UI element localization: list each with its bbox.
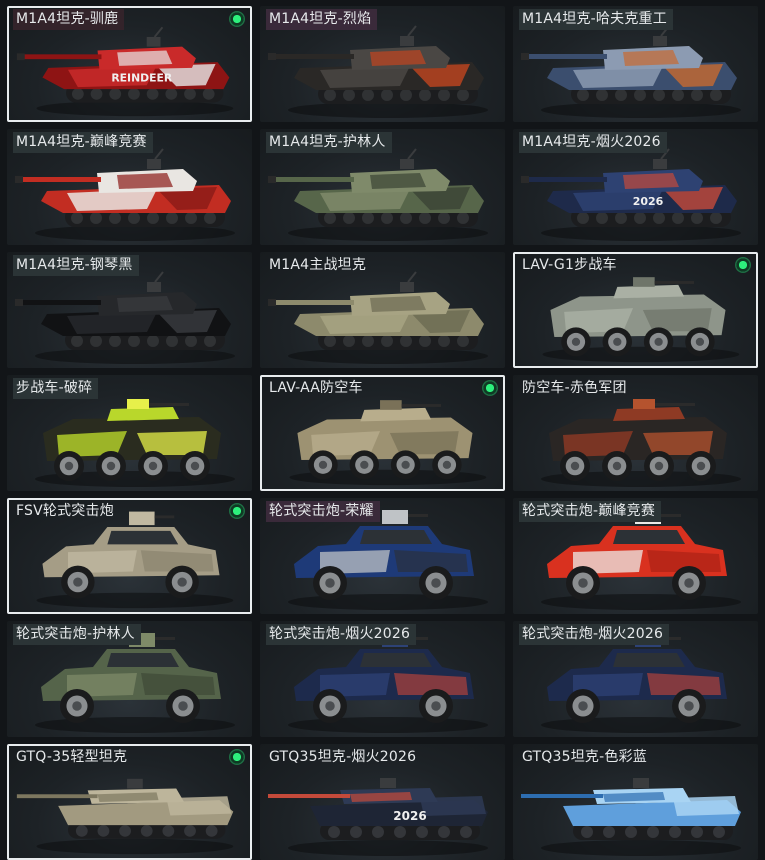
vehicle-skin-card[interactable]: M1A4坦克-烈焰 — [260, 6, 505, 122]
wheel — [602, 451, 632, 481]
equipped-indicator-icon — [229, 749, 245, 765]
vehicle-skin-name: M1A4主战坦克 — [269, 257, 367, 273]
vehicle-skin-name: GTQ35坦克-烟火2026 — [269, 749, 417, 765]
tank-barrel — [270, 54, 354, 59]
equipped-indicator-icon — [735, 257, 751, 273]
wheel — [419, 566, 453, 600]
wheel — [54, 451, 84, 481]
vehicle-skin-name: GTQ35坦克-色彩蓝 — [522, 749, 647, 765]
tank-barrel — [270, 300, 354, 305]
vehicle-skin-card[interactable]: 轮式突击炮-荣耀 — [260, 498, 505, 614]
wheel — [96, 451, 126, 481]
vehicle-skin-card[interactable]: 轮式突击炮-巅峰竞赛 — [513, 498, 758, 614]
apc-turret — [613, 407, 685, 421]
vehicle-skin-name: M1A4坦克-钢琴黑 — [13, 255, 139, 276]
wheel — [308, 450, 338, 480]
tank-barrel — [521, 794, 603, 798]
skin-decal: 2026 — [393, 809, 426, 823]
vehicle-skin-card[interactable]: M1A4主战坦克 — [260, 252, 505, 368]
vehicle-skin-card[interactable]: 轮式突击炮-烟火2026 — [513, 621, 758, 737]
vehicle-skin-card[interactable]: 2026 GTQ35坦克-烟火2026 — [260, 744, 505, 860]
vehicle-skin-grid: REINDEER M1A4坦克-驯鹿 M1A4坦克-烈焰 M1A4坦克-哈夫克重工 M1… — [7, 6, 759, 860]
wheel — [166, 689, 200, 723]
equipped-indicator-icon — [482, 380, 498, 396]
tank-barrel — [523, 177, 607, 182]
vehicle-skin-name: FSV轮式突击炮 — [16, 503, 114, 519]
wheel — [685, 327, 715, 357]
vehicle-skin-name: LAV-G1步战车 — [522, 257, 617, 273]
apc-turret — [107, 407, 179, 421]
wheel — [566, 689, 600, 723]
wheel — [672, 689, 706, 723]
wheel — [672, 566, 706, 600]
tank-barrel — [268, 794, 350, 798]
vehicle-skin-card[interactable]: M1A4坦克-哈夫克重工 — [513, 6, 758, 122]
vehicle-skin-card[interactable]: GTQ35坦克-色彩蓝 — [513, 744, 758, 860]
vehicle-skin-card[interactable]: M1A4坦克-钢琴黑 — [7, 252, 252, 368]
wheel — [313, 689, 347, 723]
wheel — [419, 689, 453, 723]
equipped-indicator-icon — [229, 11, 245, 27]
apc-turret — [613, 284, 685, 299]
wheel — [432, 450, 462, 480]
wheel — [560, 451, 590, 481]
vehicle-skin-card[interactable]: 轮式突击炮-护林人 — [7, 621, 252, 737]
vehicle-skin-card[interactable]: REINDEER M1A4坦克-驯鹿 — [7, 6, 252, 122]
vehicle-skin-card[interactable]: M1A4坦克-护林人 — [260, 129, 505, 245]
wheel — [602, 327, 633, 357]
vehicle-skin-card[interactable]: FSV轮式突击炮 — [7, 498, 252, 614]
equipped-indicator-icon — [229, 503, 245, 519]
vehicle-skin-name: 防空车-赤色军团 — [522, 380, 627, 396]
vehicle-skin-name: 步战车-破碎 — [13, 378, 99, 399]
wheel — [644, 451, 674, 481]
mrap-turret — [129, 511, 155, 526]
vehicle-skin-name: 轮式突击炮-荣耀 — [266, 501, 380, 522]
tank-barrel — [17, 300, 101, 305]
mrap-turret — [382, 510, 408, 524]
vehicle-skin-name: GTQ-35轻型坦克 — [16, 749, 128, 765]
vehicle-skin-name: M1A4坦克-驯鹿 — [13, 9, 125, 30]
wheel — [561, 327, 591, 357]
vehicle-skin-card[interactable]: 步战车-破碎 — [7, 375, 252, 491]
wheel — [180, 451, 210, 481]
wheel — [566, 566, 600, 600]
vehicle-skin-name: 轮式突击炮-烟火2026 — [266, 624, 417, 645]
tank-barrel — [18, 54, 102, 60]
vehicle-skin-name: 轮式突击炮-巅峰竞赛 — [519, 501, 662, 522]
apc-turret — [360, 407, 432, 422]
vehicle-skin-card[interactable]: 2026 M1A4坦克-烟火2026 — [513, 129, 758, 245]
vehicle-skin-name: M1A4坦克-烟火2026 — [519, 132, 667, 153]
wheel — [643, 327, 674, 357]
tank-barrel — [17, 177, 101, 182]
tank-barrel — [523, 54, 607, 59]
vehicle-skin-name: 轮式突击炮-烟火2026 — [519, 624, 670, 645]
wheel — [349, 450, 380, 480]
vehicle-skin-card[interactable]: LAV-AA防空车 — [260, 375, 505, 491]
wheel — [313, 566, 347, 600]
skin-decal: REINDEER — [111, 71, 173, 84]
vehicle-skin-card[interactable]: 轮式突击炮-烟火2026 — [260, 621, 505, 737]
vehicle-skin-name: M1A4坦克-哈夫克重工 — [519, 9, 673, 30]
vehicle-skin-card[interactable]: LAV-G1步战车 — [513, 252, 758, 368]
vehicle-skin-card[interactable]: GTQ-35轻型坦克 — [7, 744, 252, 860]
vehicle-skin-name: M1A4坦克-护林人 — [266, 132, 392, 153]
vehicle-skin-name: LAV-AA防空车 — [269, 380, 363, 396]
wheel — [61, 565, 95, 599]
wheel — [390, 450, 421, 480]
vehicle-skin-card[interactable]: M1A4坦克-巅峰竞赛 — [7, 129, 252, 245]
skin-decal: 2026 — [633, 195, 664, 208]
tank-barrel — [270, 177, 354, 182]
wheel — [138, 451, 168, 481]
vehicle-skin-name: M1A4坦克-巅峰竞赛 — [13, 132, 153, 153]
vehicle-skin-name: M1A4坦克-烈焰 — [266, 9, 378, 30]
vehicle-skin-card[interactable]: 防空车-赤色军团 — [513, 375, 758, 491]
wheel — [686, 451, 716, 481]
tank-barrel — [16, 794, 98, 799]
wheel — [165, 565, 199, 599]
wheel — [60, 689, 94, 723]
vehicle-skin-name: 轮式突击炮-护林人 — [13, 624, 141, 645]
